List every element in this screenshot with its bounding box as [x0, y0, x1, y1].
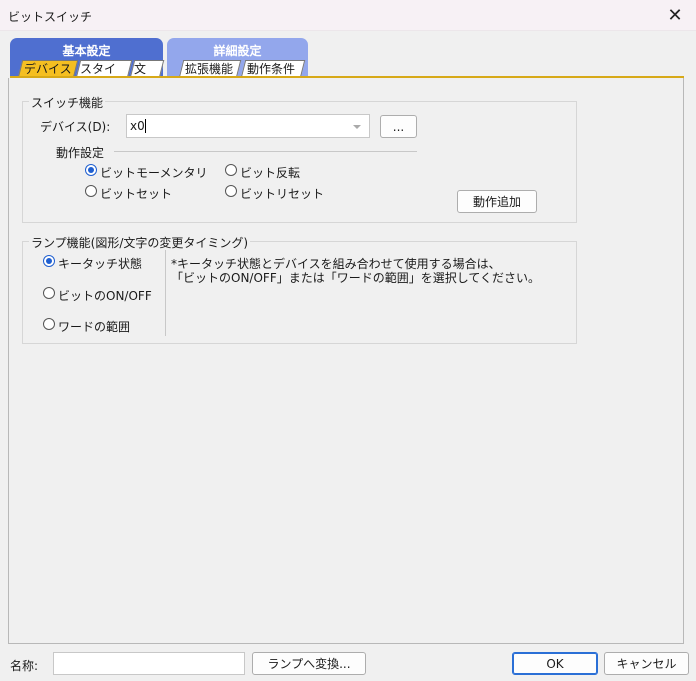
close-icon[interactable]: ✕: [662, 3, 688, 27]
radio-bit-on-off[interactable]: [43, 287, 55, 299]
title-bar: ビットスイッチ ✕: [0, 0, 696, 31]
tab-group-detail: 詳細設定 拡張機能 動作条件: [167, 38, 308, 77]
tab-operation-conditions[interactable]: 動作条件: [241, 60, 306, 77]
tab-text[interactable]: 文字: [130, 60, 165, 92]
radio-bit-set[interactable]: [85, 185, 97, 197]
note-line-2: 「ビットのON/OFF」または「ワードの範囲」を選択してください。: [171, 271, 540, 285]
ok-button[interactable]: OK: [512, 652, 598, 675]
window-title: ビットスイッチ: [8, 10, 93, 24]
device-value: x0: [130, 119, 145, 133]
add-action-button[interactable]: 動作追加: [457, 190, 537, 213]
tab-group-basic-label: 基本設定: [62, 44, 111, 58]
cancel-button[interactable]: キャンセル: [604, 652, 689, 675]
lamp-function-divider: [165, 250, 166, 336]
radio-bit-reset-label: ビットリセット: [240, 187, 325, 201]
radio-bit-reset[interactable]: [225, 185, 237, 197]
operation-settings-divider: [114, 151, 417, 152]
name-input[interactable]: [53, 652, 245, 675]
name-label: 名称:: [10, 659, 39, 673]
radio-word-range-label: ワードの範囲: [58, 320, 131, 334]
tab-extended-functions[interactable]: 拡張機能: [179, 60, 242, 77]
radio-bit-set-label: ビットセット: [100, 187, 173, 201]
radio-word-range[interactable]: [43, 318, 55, 330]
text-caret: [145, 119, 146, 133]
radio-key-touch-state-label: キータッチ状態: [58, 257, 143, 271]
tab-group-detail-label: 詳細設定: [213, 44, 262, 58]
device-label: デバイス(D):: [40, 120, 111, 134]
tab-group-basic: 基本設定 デバイス スタイル 文字: [10, 38, 165, 92]
device-combobox[interactable]: x0: [126, 114, 370, 138]
radio-bit-toggle[interactable]: [225, 164, 237, 176]
chevron-down-icon[interactable]: [353, 125, 361, 129]
tab-style[interactable]: スタイル: [76, 60, 133, 92]
device-browse-button[interactable]: ...: [380, 115, 417, 138]
radio-bit-on-off-label: ビットのON/OFF: [58, 289, 152, 303]
radio-bit-momentary-label: ビットモーメンタリ: [100, 166, 208, 180]
tab-device[interactable]: デバイス: [18, 60, 79, 77]
radio-bit-toggle-label: ビット反転: [240, 166, 301, 180]
operation-settings-title: 動作設定: [56, 146, 105, 160]
lamp-function-note: *キータッチ状態とデバイスを組み合わせて使用する場合は、 「ビットのON/OFF…: [171, 257, 540, 285]
lamp-function-title: ランプ機能(図形/文字の変更タイミング): [29, 234, 251, 251]
radio-key-touch-state[interactable]: [43, 255, 55, 267]
convert-to-lamp-button[interactable]: ランプへ変換...: [252, 652, 366, 675]
note-line-1: *キータッチ状態とデバイスを組み合わせて使用する場合は、: [171, 257, 501, 271]
switch-function-title: スイッチ機能: [29, 94, 106, 111]
radio-bit-momentary[interactable]: [85, 164, 97, 176]
